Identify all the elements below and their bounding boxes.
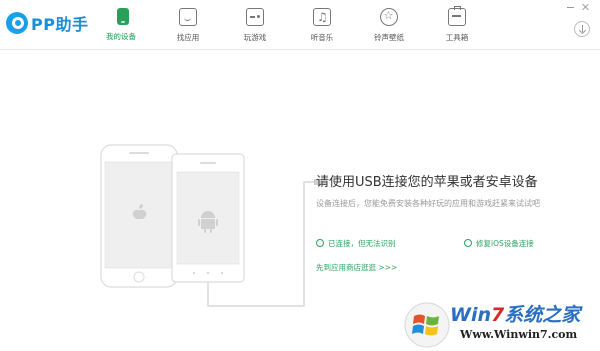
app-logo[interactable]: PP助手 [6, 10, 88, 36]
help-icon [316, 239, 324, 247]
repair-ios-connection-link[interactable]: 修复iOS设备连接 [464, 238, 534, 249]
download-icon[interactable] [574, 21, 590, 37]
nav-tab-label: 找应用 [176, 33, 200, 42]
gamepad-icon [246, 8, 264, 26]
site-watermark: Win7系统之家 Www.Winwin7.com [398, 296, 600, 351]
watermark-title-prefix: Win [450, 304, 491, 326]
devices-illustration [100, 144, 322, 307]
pp-logo-icon [6, 12, 28, 34]
window-controls [562, 3, 592, 11]
nav-tab-my-device[interactable]: 我的设备 [98, 0, 144, 50]
top-toolbar: PP助手 我的设备 找应用 玩游戏 听音乐 铃声壁纸 工具箱 [0, 0, 600, 50]
nav-tab-label: 工具箱 [445, 33, 469, 42]
connect-usb-headline: 请使用USB连接您的苹果或者安卓设备 [316, 175, 538, 190]
music-icon [313, 8, 331, 26]
nav-tab-find-apps[interactable]: 找应用 [165, 0, 211, 50]
connect-usb-subtext: 设备连接后，您能免费安装各种好玩的应用和游戏赶紧来试试吧 [316, 199, 540, 208]
android-phone-graphic [171, 153, 245, 283]
nav-tab-label: 听音乐 [310, 33, 334, 42]
toolbox-icon [448, 6, 466, 26]
browse-app-store-link[interactable]: 先到应用商店逛逛 >>> [316, 262, 397, 273]
watermark-title-suffix: 系统之家 [504, 304, 581, 326]
repair-icon [464, 239, 472, 247]
connected-not-recognized-link[interactable]: 已连接，但无法识别 [316, 238, 396, 249]
connected-not-recognized-label: 已连接，但无法识别 [328, 239, 396, 248]
watermark-title: Win7系统之家 [450, 300, 580, 327]
main-nav: 我的设备 找应用 玩游戏 听音乐 铃声壁纸 工具箱 [98, 0, 501, 50]
nav-tab-label: 铃声壁纸 [374, 33, 404, 42]
repair-ios-connection-label: 修复iOS设备连接 [476, 239, 534, 248]
watermark-title-accent: 7 [491, 304, 505, 326]
minimize-icon[interactable] [565, 3, 577, 11]
nav-tab-games[interactable]: 玩游戏 [232, 0, 278, 50]
nav-tab-ringtones-wallpapers[interactable]: 铃声壁纸 [366, 0, 412, 50]
app-logo-text: PP助手 [31, 15, 89, 34]
nav-tab-music[interactable]: 听音乐 [299, 0, 345, 50]
ringtone-wallpaper-icon [380, 8, 398, 26]
windows-logo-icon [404, 302, 450, 348]
watermark-url: Www.Winwin7.com [460, 328, 578, 341]
iphone-graphic [100, 144, 178, 288]
nav-tab-label: 我的设备 [106, 32, 136, 41]
nav-tab-label: 玩游戏 [243, 33, 267, 42]
nav-tab-toolbox[interactable]: 工具箱 [434, 0, 480, 50]
app-store-icon [179, 8, 197, 26]
close-icon[interactable] [580, 3, 592, 11]
device-icon [116, 8, 129, 25]
